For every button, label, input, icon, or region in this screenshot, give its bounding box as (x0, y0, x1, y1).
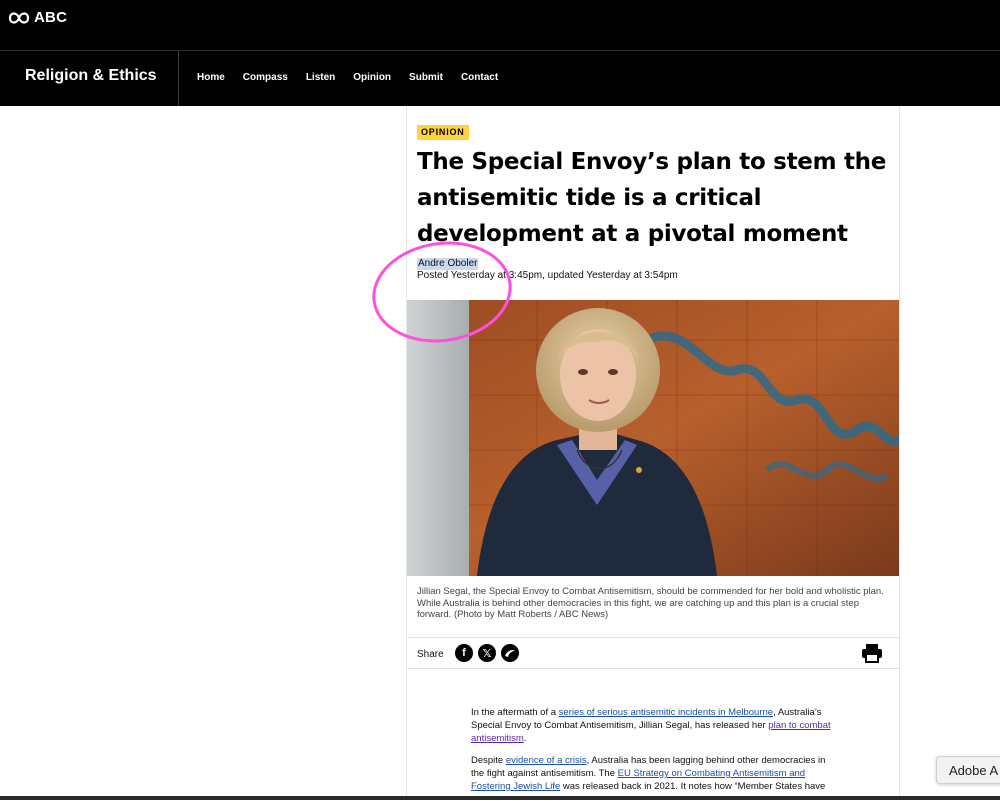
share-bar: Share f 𝕏 (407, 637, 899, 669)
bluesky-icon[interactable] (501, 644, 519, 662)
section-navbar: Religion & Ethics Home Compass Listen Op… (0, 51, 1000, 106)
nav-submit[interactable]: Submit (409, 72, 443, 83)
portrait-photo (407, 300, 899, 576)
body-paragraph-2: Despite evidence of a crisis, Australia … (471, 754, 826, 793)
nav-home[interactable]: Home (197, 72, 225, 83)
x-icon[interactable]: 𝕏 (478, 644, 496, 662)
abc-lissajous-icon (8, 11, 30, 24)
abc-brand-text: ABC (34, 9, 68, 26)
bottom-edge (0, 796, 1000, 800)
nav-divider (178, 51, 179, 106)
opinion-badge[interactable]: OPINION (417, 125, 469, 140)
article-body: In the aftermath of a series of serious … (471, 706, 833, 801)
image-caption: Jillian Segal, the Special Envoy to Comb… (417, 586, 884, 620)
print-icon[interactable] (861, 643, 883, 663)
nav-compass[interactable]: Compass (243, 72, 288, 83)
body-paragraph-1: In the aftermath of a series of serious … (471, 707, 831, 745)
article-column: OPINION The Special Envoy’s plan to stem… (406, 106, 900, 800)
share-label: Share (417, 649, 444, 660)
article-headline: The Special Envoy’s plan to stem the ant… (417, 149, 887, 247)
abc-logo[interactable]: ABC (8, 9, 67, 26)
facebook-icon[interactable]: f (455, 644, 473, 662)
link-antisemitic-incidents[interactable]: series of serious antisemitic incidents … (559, 707, 773, 718)
posted-timestamp: Posted Yesterday at 3:45pm, updated Yest… (417, 270, 678, 281)
nav-listen[interactable]: Listen (306, 72, 335, 83)
author-byline[interactable]: Andre Oboler (417, 258, 479, 270)
abc-topbar: ABC (0, 0, 1000, 51)
link-evidence-of-crisis[interactable]: evidence of a crisis (506, 755, 587, 766)
hero-image (407, 300, 899, 576)
nav-contact[interactable]: Contact (461, 72, 498, 83)
section-title[interactable]: Religion & Ethics (25, 67, 157, 85)
adobe-popup-tab[interactable]: Adobe A (936, 756, 1000, 784)
nav-opinion[interactable]: Opinion (353, 72, 391, 83)
section-nav-links: Home Compass Listen Opinion Submit Conta… (197, 72, 516, 83)
